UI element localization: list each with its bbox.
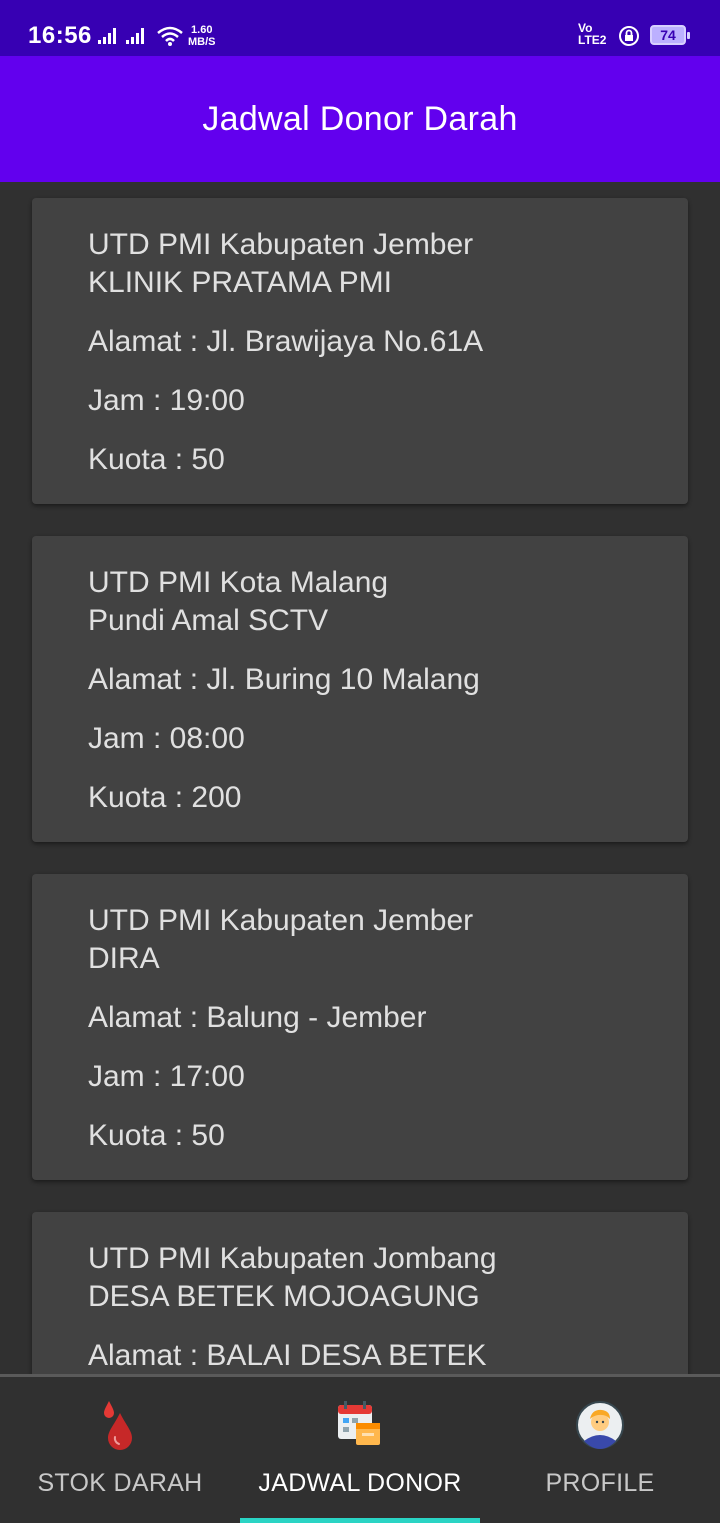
schedule-location-name: DESA BETEK MOJOAGUNG: [88, 1280, 480, 1313]
schedule-time: Jam : 08:00: [88, 722, 245, 755]
volte-icon: Vo LTE2: [578, 22, 606, 46]
schedule-time: Jam : 19:00: [88, 384, 245, 417]
schedule-location-name: Pundi Amal SCTV: [88, 604, 329, 637]
nav-item-profile[interactable]: PROFILE: [480, 1377, 720, 1520]
schedule-time: Jam : 17:00: [88, 1060, 245, 1093]
schedule-location-name: DIRA: [88, 942, 160, 975]
app-bar: Jadwal Donor Darah: [0, 56, 720, 182]
schedule-quota: Kuota : 50: [88, 443, 225, 476]
nav-label-profile: PROFILE: [545, 1469, 655, 1497]
nav-label-jadwal-donor: JADWAL DONOR: [258, 1469, 462, 1497]
schedule-unit: UTD PMI Kabupaten Jember: [88, 228, 474, 261]
schedule-quota: Kuota : 50: [88, 1119, 225, 1152]
status-bar: 16:56 1.60 MB/S Vo LTE2 74: [0, 0, 720, 56]
nav-label-stok-darah: STOK DARAH: [37, 1469, 203, 1497]
active-tab-indicator: [240, 1518, 480, 1523]
volte-bottom: LTE2: [578, 33, 607, 47]
schedule-address: Alamat : BALAI DESA BETEK: [88, 1339, 487, 1372]
schedule-address: Alamat : Jl. Buring 10 Malang: [88, 663, 480, 696]
schedule-card[interactable]: UTD PMI Kabupaten Jember KLINIK PRATAMA …: [32, 198, 688, 504]
wifi-icon: [157, 26, 183, 46]
user-avatar-icon: [576, 1401, 624, 1449]
schedule-unit: UTD PMI Kabupaten Jember: [88, 904, 474, 937]
bottom-navigation: STOK DARAH JADWAL DONOR PROFILE: [0, 1374, 720, 1523]
blood-drop-icon: [104, 1401, 132, 1450]
network-speed-value: 1.60: [191, 24, 213, 36]
rotation-lock-icon: [619, 26, 639, 46]
battery-icon: 74: [650, 25, 690, 45]
network-speed: 1.60 MB/S: [188, 24, 216, 48]
nav-item-jadwal-donor[interactable]: JADWAL DONOR: [240, 1377, 480, 1523]
schedule-unit: UTD PMI Kota Malang: [88, 566, 389, 599]
network-speed-unit: MB/S: [188, 36, 216, 48]
calendar-schedule-icon: [338, 1401, 380, 1445]
schedule-list[interactable]: UTD PMI Kabupaten Jember KLINIK PRATAMA …: [0, 182, 720, 1374]
signal-1-icon: [98, 28, 116, 44]
page-title: Jadwal Donor Darah: [202, 100, 518, 138]
nav-item-stok-darah[interactable]: STOK DARAH: [0, 1377, 240, 1520]
schedule-card[interactable]: UTD PMI Kabupaten Jember DIRA Alamat : B…: [32, 874, 688, 1180]
schedule-address: Alamat : Jl. Brawijaya No.61A: [88, 325, 484, 358]
schedule-address: Alamat : Balung - Jember: [88, 1001, 427, 1034]
schedule-quota: Kuota : 200: [88, 781, 242, 814]
status-time: 16:56: [28, 22, 92, 49]
schedule-unit: UTD PMI Kabupaten Jombang: [88, 1242, 497, 1275]
signal-2-icon: [126, 28, 144, 44]
schedule-card[interactable]: UTD PMI Kota Malang Pundi Amal SCTV Alam…: [32, 536, 688, 842]
schedule-card[interactable]: UTD PMI Kabupaten Jombang DESA BETEK MOJ…: [32, 1212, 688, 1374]
schedule-location-name: KLINIK PRATAMA PMI: [88, 266, 392, 299]
